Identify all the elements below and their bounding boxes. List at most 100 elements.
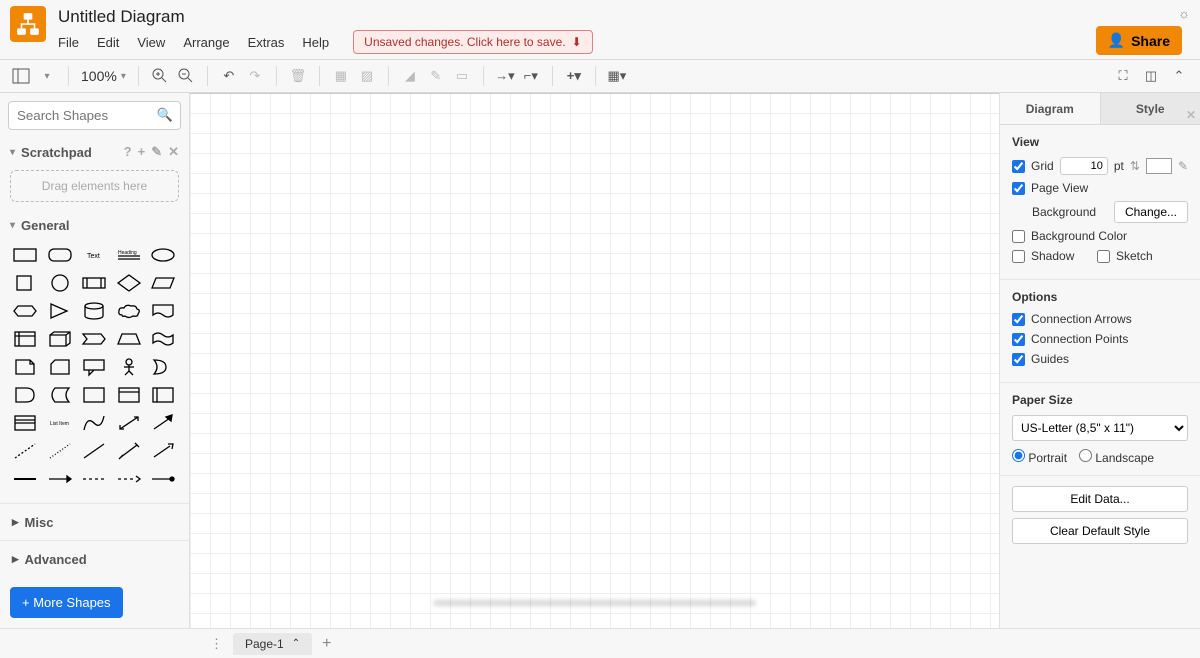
menu-file[interactable]: File: [58, 35, 79, 50]
shape-document[interactable]: [148, 299, 178, 323]
connection-icon[interactable]: →▾: [496, 67, 514, 85]
theme-toggle-icon[interactable]: ☼: [1178, 6, 1190, 21]
fill-color-icon[interactable]: ◢: [401, 67, 419, 85]
to-back-icon[interactable]: ▨: [358, 67, 376, 85]
change-background-button[interactable]: Change...: [1114, 201, 1188, 223]
menu-extras[interactable]: Extras: [248, 35, 285, 50]
shape-dashed-line[interactable]: [10, 439, 40, 463]
portrait-radio-label[interactable]: Portrait: [1012, 449, 1067, 465]
shape-step[interactable]: [79, 327, 109, 351]
misc-header[interactable]: ▸Misc: [0, 503, 189, 540]
shape-text[interactable]: Text: [79, 243, 109, 267]
shape-arrow[interactable]: [148, 411, 178, 435]
collapse-icon[interactable]: ⌃: [1170, 67, 1188, 85]
grid-color-swatch[interactable]: [1146, 158, 1172, 174]
dropdown-caret-icon[interactable]: ▾: [38, 67, 56, 85]
shape-curve[interactable]: [79, 411, 109, 435]
add-page-button[interactable]: +: [322, 635, 331, 653]
shape-trapezoid[interactable]: [114, 327, 144, 351]
shape-and[interactable]: [10, 383, 40, 407]
shape-cylinder[interactable]: [79, 299, 109, 323]
zoom-out-icon[interactable]: [177, 67, 195, 85]
shape-internal-storage[interactable]: [10, 327, 40, 351]
grid-size-input[interactable]: [1060, 157, 1108, 175]
table-icon[interactable]: ▦▾: [608, 67, 626, 85]
shape-diamond[interactable]: [114, 271, 144, 295]
landscape-radio[interactable]: [1079, 449, 1092, 462]
scratchpad-dropzone[interactable]: Drag elements here: [10, 170, 179, 202]
close-icon[interactable]: ✕: [1186, 99, 1196, 131]
insert-icon[interactable]: +▾: [565, 67, 583, 85]
shape-link5[interactable]: [148, 467, 178, 491]
shape-rectangle[interactable]: [10, 243, 40, 267]
shape-process[interactable]: [79, 271, 109, 295]
shape-bidir-arrow[interactable]: [114, 411, 144, 435]
edit-icon[interactable]: ✎: [1178, 159, 1188, 173]
shape-data-storage[interactable]: [45, 383, 75, 407]
zoom-in-icon[interactable]: [151, 67, 169, 85]
page-view-checkbox[interactable]: [1012, 182, 1025, 195]
shape-parallelogram[interactable]: [148, 271, 178, 295]
shape-link2[interactable]: [45, 467, 75, 491]
general-header[interactable]: ▾ General: [0, 212, 189, 239]
shape-heading[interactable]: Heading: [114, 243, 144, 267]
paper-size-select[interactable]: US-Letter (8,5" x 11"): [1012, 415, 1188, 441]
close-icon[interactable]: ✕: [168, 144, 179, 160]
shape-hcontainer[interactable]: [114, 383, 144, 407]
drawing-canvas[interactable]: [190, 93, 1000, 628]
menu-edit[interactable]: Edit: [97, 35, 119, 50]
guides-checkbox[interactable]: [1012, 353, 1025, 366]
shadow-icon[interactable]: ▭: [453, 67, 471, 85]
shape-note[interactable]: [10, 355, 40, 379]
shape-callout[interactable]: [79, 355, 109, 379]
zoom-dropdown[interactable]: 100% ▾: [81, 68, 126, 84]
shape-hexagon[interactable]: [10, 299, 40, 323]
redo-icon[interactable]: ↷: [246, 67, 264, 85]
tab-style[interactable]: Style ✕: [1100, 93, 1200, 124]
shape-list[interactable]: [10, 411, 40, 435]
shape-list-item[interactable]: List Item: [45, 411, 75, 435]
share-button[interactable]: 👤 Share: [1096, 26, 1182, 55]
shape-rounded-rect[interactable]: [45, 243, 75, 267]
shape-square[interactable]: [10, 271, 40, 295]
fullscreen-icon[interactable]: ⛶: [1114, 67, 1132, 85]
document-title[interactable]: Untitled Diagram: [58, 6, 1190, 28]
stepper-icon[interactable]: ⇅: [1130, 159, 1140, 173]
shape-cloud[interactable]: [114, 299, 144, 323]
line-color-icon[interactable]: ✎: [427, 67, 445, 85]
conn-points-checkbox[interactable]: [1012, 333, 1025, 346]
more-shapes-button[interactable]: + More Shapes: [10, 587, 123, 618]
clear-style-button[interactable]: Clear Default Style: [1012, 518, 1188, 544]
shape-triangle[interactable]: [45, 299, 75, 323]
shape-link3[interactable]: [79, 467, 109, 491]
add-icon[interactable]: +: [138, 144, 146, 160]
delete-icon[interactable]: 🗑: [289, 67, 307, 85]
grid-checkbox[interactable]: [1012, 160, 1025, 173]
search-shapes-input[interactable]: [8, 101, 181, 130]
sidebar-toggle-icon[interactable]: [12, 67, 30, 85]
edit-data-button[interactable]: Edit Data...: [1012, 486, 1188, 512]
shape-link4[interactable]: [114, 467, 144, 491]
to-front-icon[interactable]: ▦: [332, 67, 350, 85]
shape-ellipse[interactable]: [148, 243, 178, 267]
page-tab[interactable]: Page-1 ⌃: [233, 633, 312, 655]
shape-circle[interactable]: [45, 271, 75, 295]
shape-line[interactable]: [79, 439, 109, 463]
edit-icon[interactable]: ✎: [151, 144, 162, 160]
undo-icon[interactable]: ↶: [220, 67, 238, 85]
shape-tape[interactable]: [148, 327, 178, 351]
menu-view[interactable]: View: [137, 35, 165, 50]
shape-dir-connector[interactable]: [148, 439, 178, 463]
format-panel-icon[interactable]: ◫: [1142, 67, 1160, 85]
shape-link1[interactable]: [10, 467, 40, 491]
unsaved-changes-button[interactable]: Unsaved changes. Click here to save. ⬇: [353, 30, 593, 54]
pages-menu-icon[interactable]: ⋮: [210, 636, 223, 652]
shape-cube[interactable]: [45, 327, 75, 351]
help-icon[interactable]: ?: [124, 144, 132, 160]
conn-arrows-checkbox[interactable]: [1012, 313, 1025, 326]
menu-arrange[interactable]: Arrange: [183, 35, 229, 50]
waypoint-icon[interactable]: ⌐▾: [522, 67, 540, 85]
shape-card[interactable]: [45, 355, 75, 379]
scratchpad-header[interactable]: ▾ Scratchpad ? + ✎ ✕: [0, 138, 189, 166]
shadow-checkbox[interactable]: [1012, 250, 1025, 263]
